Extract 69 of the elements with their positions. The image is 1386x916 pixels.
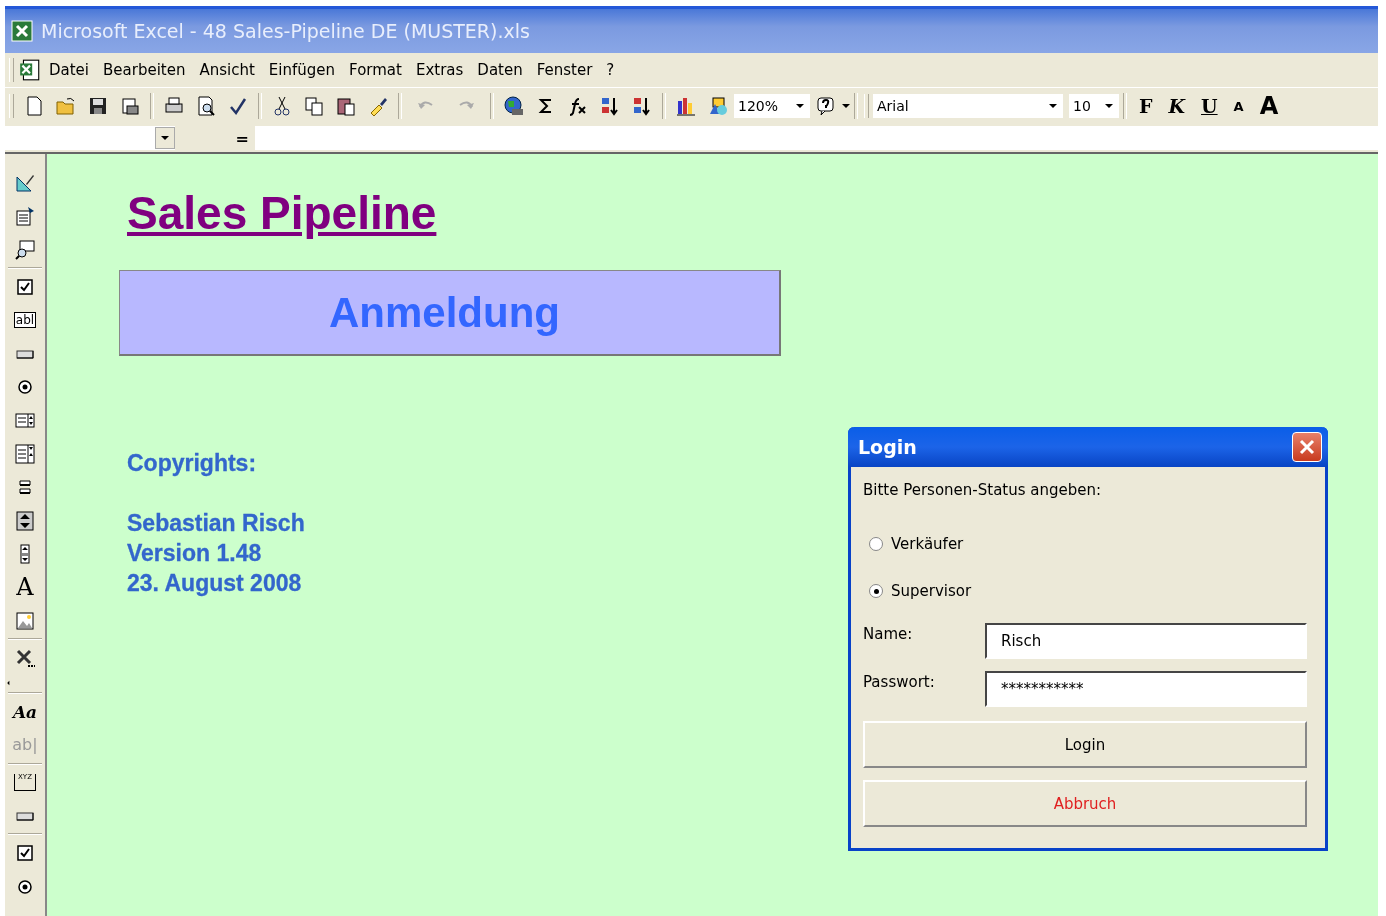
text-box-tool[interactable]: abl xyxy=(13,312,37,329)
font-size-dropdown[interactable]: 10 xyxy=(1069,94,1119,118)
sort-descending-icon[interactable] xyxy=(631,95,653,117)
menu-item[interactable]: Extras xyxy=(408,58,471,82)
name-field[interactable]: Risch xyxy=(985,623,1307,659)
function-icon[interactable] xyxy=(567,95,589,117)
help-icon[interactable] xyxy=(815,95,837,117)
menu-item[interactable]: Daten xyxy=(470,58,530,82)
sort-ascending-icon[interactable] xyxy=(599,95,621,117)
copyright-line: Sebastian Risch xyxy=(127,509,305,538)
close-icon xyxy=(1299,439,1315,455)
field-label: Name: xyxy=(863,624,914,643)
spin-button-icon[interactable] xyxy=(14,509,36,532)
grow-font-button[interactable]: A xyxy=(1251,92,1287,120)
copyright-line: 23. August 2008 xyxy=(127,569,302,598)
dropdown-arrow-icon[interactable] xyxy=(161,135,169,141)
copyright-label: Copyrights: xyxy=(127,449,257,478)
folder-icon[interactable] xyxy=(55,95,77,117)
menu-item[interactable]: Bearbeiten xyxy=(96,58,193,82)
cancel-button[interactable]: Abbruch xyxy=(863,780,1307,827)
dropdown-arrow-icon[interactable] xyxy=(1105,103,1113,109)
login-button[interactable]: Login xyxy=(863,721,1307,768)
banner: Anmeldung xyxy=(119,270,781,356)
menu-item[interactable]: Ansicht xyxy=(192,58,262,82)
image-icon[interactable] xyxy=(14,609,36,632)
radio-button[interactable] xyxy=(869,537,883,551)
dropdown-arrow-icon[interactable] xyxy=(842,103,850,109)
copyright-line: Version 1.48 xyxy=(127,539,262,568)
formula-field[interactable] xyxy=(255,126,1378,150)
bar-chart-icon[interactable] xyxy=(675,95,697,117)
menu-item[interactable]: Fenster xyxy=(529,58,600,82)
copy-icon[interactable] xyxy=(303,95,325,117)
dialog-title: Login xyxy=(858,436,917,458)
dropdown-arrow-icon[interactable] xyxy=(1049,103,1057,109)
zoom-dropdown[interactable]: 120% xyxy=(734,94,810,118)
dropdown-arrow-icon[interactable] xyxy=(796,103,804,109)
save-icon[interactable] xyxy=(87,95,109,117)
paste-icon[interactable] xyxy=(335,95,357,117)
font-dropdown[interactable]: Arial xyxy=(873,94,1063,118)
password-field[interactable]: *********** xyxy=(985,671,1307,707)
scissors-icon[interactable] xyxy=(271,95,293,117)
radio-label[interactable]: Verkäufer xyxy=(891,535,964,553)
font-label-tool[interactable]: Aa xyxy=(12,701,38,722)
globe-icon[interactable] xyxy=(503,95,525,117)
menu-item[interactable]: Format xyxy=(342,58,409,82)
format-button[interactable]: F xyxy=(1131,95,1161,117)
view-code-icon[interactable] xyxy=(14,238,36,261)
print-preview-icon[interactable] xyxy=(195,95,217,117)
field-label: Passwort: xyxy=(863,672,936,691)
sheet-heading: Sales Pipeline xyxy=(127,186,437,240)
status-prompt: Bitte Personen-Status angeben: xyxy=(863,481,1103,499)
radio-label[interactable]: Supervisor xyxy=(891,582,972,600)
drawing-shapes-icon[interactable] xyxy=(707,95,729,117)
label-tool[interactable]: A xyxy=(16,573,34,602)
format-button[interactable]: U xyxy=(1193,95,1226,117)
workbook-icon[interactable] xyxy=(18,58,42,82)
combo-box-icon[interactable] xyxy=(14,442,36,465)
menu-item[interactable]: Datei xyxy=(42,58,97,82)
properties-icon[interactable] xyxy=(14,205,36,228)
menu-item[interactable]: ? xyxy=(599,58,622,82)
tools-icon[interactable] xyxy=(14,647,36,670)
shrink-font-button[interactable]: A xyxy=(1225,98,1252,114)
equals-sign: = xyxy=(234,128,250,148)
radio-button[interactable] xyxy=(869,584,883,598)
format-button[interactable]: K xyxy=(1160,95,1193,117)
menu-item[interactable]: Einfügen xyxy=(261,58,343,82)
window-title: Microsoft Excel - 48 Sales-Pipeline DE (MUSTER).xls xyxy=(41,20,530,42)
close-button[interactable] xyxy=(1292,432,1322,462)
spreadsheet-app-icon[interactable] xyxy=(11,20,33,42)
